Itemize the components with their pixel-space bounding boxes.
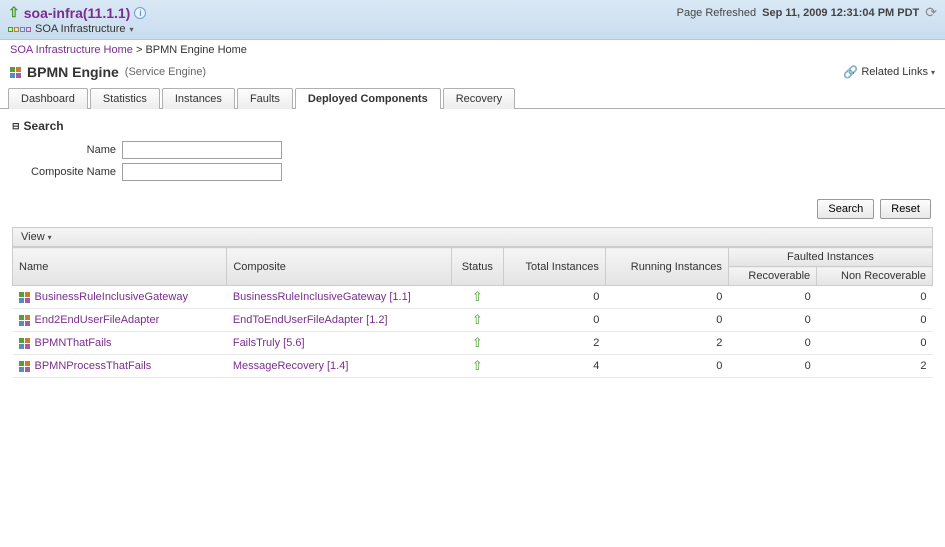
total-instances: 4 [503,355,605,378]
info-icon[interactable]: i [134,7,146,19]
tab-recovery[interactable]: Recovery [443,88,515,109]
chevron-down-icon: ▾ [931,68,935,77]
page-title[interactable]: soa-infra(11.1.1) [24,5,131,21]
search-button[interactable]: Search [817,199,874,219]
col-running[interactable]: Running Instances [605,248,728,286]
refresh-time: Sep 11, 2009 12:31:04 PM PDT [762,7,919,19]
table-row: BPMNProcessThatFails MessageRecovery [1.4… [13,355,933,378]
component-name-link[interactable]: BPMNThatFails [35,337,112,349]
composite-link[interactable]: MessageRecovery [1.4] [233,360,349,372]
status-up-icon: ⇧ [8,4,20,21]
infra-icon [8,27,31,32]
related-links-label: Related Links [861,66,928,78]
reset-button[interactable]: Reset [880,199,931,219]
composite-link[interactable]: EndToEndUserFileAdapter [1.2] [233,314,388,326]
chevron-down-icon: ▾ [129,25,133,34]
chain-icon: 🔗 [843,65,858,79]
total-instances: 0 [503,286,605,309]
view-label: View [21,231,45,243]
status-up-icon: ⇧ [457,358,497,374]
breadcrumb: SOA Infrastructure Home > BPMN Engine Ho… [0,40,945,60]
search-composite-label: Composite Name [12,166,122,178]
tab-statistics[interactable]: Statistics [90,88,160,109]
non-recoverable: 0 [817,309,933,332]
col-total[interactable]: Total Instances [503,248,605,286]
recoverable: 0 [728,355,816,378]
component-icon [19,315,30,326]
recoverable: 0 [728,332,816,355]
collapse-icon[interactable]: ⊟ [12,121,20,132]
col-recoverable[interactable]: Recoverable [728,267,816,286]
status-up-icon: ⇧ [457,335,497,351]
engine-subtitle: (Service Engine) [125,66,206,78]
component-name-link[interactable]: End2EndUserFileAdapter [35,314,160,326]
running-instances: 2 [605,332,728,355]
tab-instances[interactable]: Instances [162,88,235,109]
non-recoverable: 0 [817,332,933,355]
col-status[interactable]: Status [451,248,503,286]
related-links-dropdown[interactable]: 🔗 Related Links ▾ [843,65,935,79]
header-bar: ⇧ soa-infra(11.1.1) i SOA Infrastructure… [0,0,945,40]
table-row: BPMNThatFailsFailsTruly [5.6]⇧2200 [13,332,933,355]
table-row: BusinessRuleInclusiveGateway BusinessRule… [13,286,933,309]
non-recoverable: 0 [817,286,933,309]
engine-icon [10,67,21,78]
status-up-icon: ⇧ [457,312,497,328]
component-icon [19,338,30,349]
running-instances: 0 [605,309,728,332]
tabs: DashboardStatisticsInstancesFaultsDeploy… [0,88,945,109]
chevron-down-icon: ▾ [48,233,52,242]
running-instances: 0 [605,355,728,378]
table-row: End2EndUserFileAdapter EndToEndUserFileAd… [13,309,933,332]
search-header: Search [24,119,64,133]
status-up-icon: ⇧ [457,289,497,305]
refresh-info: Page Refreshed Sep 11, 2009 12:31:04 PM … [677,4,937,21]
col-nonrecoverable[interactable]: Non Recoverable [817,267,933,286]
refresh-prefix: Page Refreshed [677,7,757,19]
total-instances: 0 [503,309,605,332]
search-composite-input[interactable] [122,163,282,181]
tab-deployed-components[interactable]: Deployed Components [295,88,441,109]
view-dropdown[interactable]: View ▾ [12,227,933,247]
composite-link[interactable]: BusinessRuleInclusiveGateway [1.1] [233,291,411,303]
non-recoverable: 2 [817,355,933,378]
col-composite[interactable]: Composite [227,248,451,286]
total-instances: 2 [503,332,605,355]
tab-dashboard[interactable]: Dashboard [8,88,88,109]
component-name-link[interactable]: BusinessRuleInclusiveGateway [35,291,188,303]
search-name-input[interactable] [122,141,282,159]
component-icon [19,292,30,303]
recoverable: 0 [728,286,816,309]
breadcrumb-home[interactable]: SOA Infrastructure Home [10,44,133,56]
engine-title: BPMN Engine [27,64,119,80]
component-name-link[interactable]: BPMNProcessThatFails [35,360,152,372]
component-icon [19,361,30,372]
refresh-icon[interactable]: ⟳ [925,4,937,21]
infra-label: SOA Infrastructure [35,23,125,35]
recoverable: 0 [728,309,816,332]
tab-faults[interactable]: Faults [237,88,293,109]
components-table: Name Composite Status Total Instances Ru… [12,247,933,378]
col-name[interactable]: Name [13,248,227,286]
composite-link[interactable]: FailsTruly [5.6] [233,337,305,349]
breadcrumb-current: BPMN Engine Home [145,44,247,56]
running-instances: 0 [605,286,728,309]
infra-dropdown[interactable]: SOA Infrastructure ▾ [8,23,146,35]
search-name-label: Name [12,144,122,156]
col-faulted[interactable]: Faulted Instances [728,248,932,267]
breadcrumb-sep: > [136,44,145,56]
